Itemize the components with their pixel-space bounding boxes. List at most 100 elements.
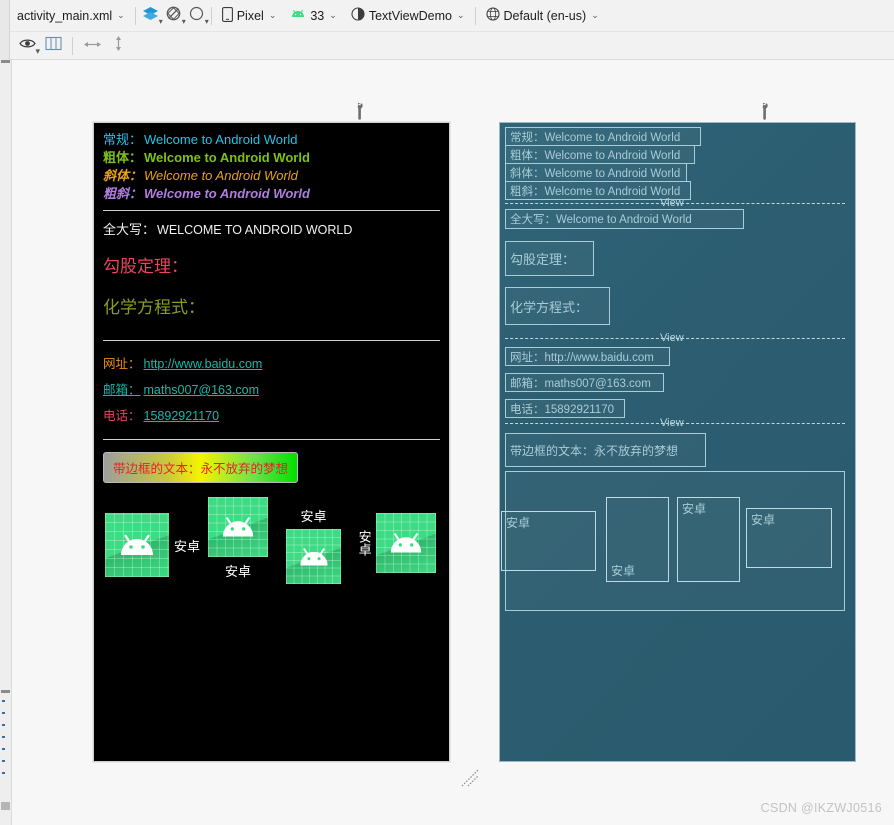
drawable-label: 安卓 xyxy=(356,530,372,556)
blueprint-box[interactable]: 带边框的文本：永不放弃的梦想 xyxy=(505,433,706,467)
visibility-eye-icon xyxy=(18,37,36,55)
blueprint-image-box[interactable]: 安卓 xyxy=(501,511,596,571)
link-row-url[interactable]: 网址： http://www.baidu.com xyxy=(103,351,440,377)
blueprint-divider-label: View xyxy=(660,417,684,429)
locale-selector[interactable]: Default (en-us) ⌄ xyxy=(479,4,606,28)
link-value[interactable]: http://www.baidu.com xyxy=(144,351,263,377)
chemical-equation-text: 化学方程式： xyxy=(103,298,205,317)
design-preview[interactable]: 常规： Welcome to Android World 粗体： Welcome… xyxy=(93,122,450,762)
device-selector[interactable]: Pixel ⌄ xyxy=(215,4,284,28)
file-selector[interactable]: activity_main.xml ⌄ xyxy=(10,4,132,28)
toolbar-left-gutter xyxy=(0,0,10,32)
resize-vertical-button[interactable] xyxy=(105,35,131,57)
link-label: 网址： xyxy=(103,357,141,371)
view-options-toolbar: ▾ xyxy=(0,31,894,60)
blueprint-button[interactable]: ▾ xyxy=(162,4,186,28)
resize-vertical-icon xyxy=(113,35,124,57)
styled-row-italic: 斜体： Welcome to Android World xyxy=(103,167,440,185)
locale-label: Default (en-us) xyxy=(503,8,587,23)
toolbar-divider xyxy=(210,6,212,25)
editor-left-gutter[interactable] xyxy=(0,60,12,825)
blueprint-box[interactable]: 电话：15892921170 xyxy=(505,399,625,418)
drawable-label: 安卓 xyxy=(174,538,201,554)
uppercase-row: 全大写： WELCOME TO ANDROID WORLD xyxy=(103,219,440,238)
link-label: 邮箱： xyxy=(103,383,141,397)
drawable-label: 安卓 xyxy=(300,509,327,524)
bordered-text-box: 带边框的文本：永不放弃的梦想 xyxy=(103,452,299,483)
blueprint-box[interactable]: 网址：http://www.baidu.com xyxy=(505,347,670,366)
layout-columns-button[interactable] xyxy=(40,35,66,57)
blueprint-box[interactable]: 化学方程式： xyxy=(505,287,610,325)
styled-row-label: 斜体： xyxy=(103,168,143,183)
chevron-down-icon: ⌄ xyxy=(591,10,599,20)
blueprint-preview[interactable]: 常规：Welcome to Android World 粗体：Welcome t… xyxy=(499,122,856,762)
theme-contrast-button[interactable]: ▾ xyxy=(185,4,209,28)
blueprint-image-box[interactable]: 安卓 xyxy=(677,497,740,582)
styled-row-label: 粗体： xyxy=(103,150,143,165)
chevron-down-icon: ⌄ xyxy=(268,10,277,20)
blueprint-box[interactable]: 邮箱：maths007@163.com xyxy=(505,373,664,392)
blueprint-image-label: 安卓 xyxy=(611,564,636,578)
drawable-item-left: 安卓 xyxy=(357,513,436,573)
styled-row-label: 粗斜： xyxy=(103,186,143,201)
design-config-wrench-icon[interactable] xyxy=(353,102,367,120)
toolbar-divider xyxy=(474,6,476,25)
drawable-row: 安卓 安卓 安卓 安卓 xyxy=(103,491,443,601)
layout-columns-icon xyxy=(44,36,62,56)
main-toolbar: activity_main.xml ⌄ ▾ ▾ ▾ Pixel ⌄ 33 ⌄ T… xyxy=(0,0,894,32)
chevron-down-icon: ⌄ xyxy=(117,10,125,20)
link-value[interactable]: maths007@163.com xyxy=(144,377,260,403)
android-logo-icon xyxy=(286,529,341,584)
globe-icon xyxy=(485,7,500,24)
android-logo-icon xyxy=(208,497,268,557)
design-surface-button[interactable]: ▾ xyxy=(139,4,163,28)
styled-row-text: Welcome to Android World xyxy=(144,186,310,201)
blueprint-config-wrench-icon[interactable] xyxy=(758,102,772,120)
watermark: CSDN @IKZWJ0516 xyxy=(760,801,882,815)
uppercase-text: WELCOME TO ANDROID WORLD xyxy=(157,223,353,237)
theme-selector[interactable]: TextViewDemo ⌄ xyxy=(344,4,472,28)
android-logo-icon xyxy=(105,513,169,577)
drawable-item-top: 安卓 xyxy=(286,506,341,584)
blueprint-box[interactable]: 粗体：Welcome to Android World xyxy=(505,145,695,164)
blueprint-box[interactable]: 斜体：Welcome to Android World xyxy=(505,163,687,182)
styled-row-text: Welcome to Android World xyxy=(144,168,298,183)
divider xyxy=(103,210,440,211)
blueprint-divider-label: View xyxy=(660,197,684,209)
device-label: Pixel xyxy=(236,8,264,23)
toolbar-divider xyxy=(134,6,136,25)
preview-canvas[interactable]: 常规： Welcome to Android World 粗体： Welcome… xyxy=(12,60,894,825)
drawable-label: 安卓 xyxy=(224,564,251,579)
resize-handle[interactable] xyxy=(460,768,480,788)
blueprint-box[interactable]: 全大写：Welcome to Android World xyxy=(505,209,744,229)
styled-row-bold: 粗体： Welcome to Android World xyxy=(103,149,440,167)
pythagorean-theorem-text: 勾股定理： xyxy=(103,257,188,276)
toolbar2-left-gutter xyxy=(0,31,10,60)
divider xyxy=(103,439,440,440)
visibility-button[interactable]: ▾ xyxy=(14,35,40,57)
resize-horizontal-button[interactable] xyxy=(79,35,105,57)
uppercase-label: 全大写： xyxy=(103,222,156,237)
styled-row-text: Welcome to Android World xyxy=(144,150,310,165)
blueprint-image-box[interactable]: 安卓 xyxy=(606,497,669,582)
blueprint-divider-label: View xyxy=(660,332,684,344)
api-level-label: 33 xyxy=(310,8,325,23)
design-surface-icon xyxy=(142,5,159,27)
link-row-email[interactable]: 邮箱： maths007@163.com xyxy=(103,377,440,403)
android-robot-icon xyxy=(290,9,306,23)
styled-row-label: 常规： xyxy=(103,132,143,147)
blueprint-image-box[interactable]: 安卓 xyxy=(746,508,832,568)
divider xyxy=(103,340,440,341)
chevron-down-icon: ▾ xyxy=(204,16,209,26)
blueprint-box[interactable]: 勾股定理： xyxy=(505,241,594,276)
theme-label: TextViewDemo xyxy=(368,8,452,23)
chevron-down-icon: ⌄ xyxy=(329,10,337,20)
drawable-item-bottom: 安卓 xyxy=(208,497,268,580)
blueprint-box[interactable]: 常规：Welcome to Android World xyxy=(505,127,701,146)
link-row-phone[interactable]: 电话： 15892921170 xyxy=(103,403,440,429)
link-value[interactable]: 15892921170 xyxy=(144,403,220,429)
api-level-selector[interactable]: 33 ⌄ xyxy=(283,4,343,28)
phone-icon xyxy=(221,6,233,25)
android-logo-icon xyxy=(375,513,436,573)
chevron-down-icon: ⌄ xyxy=(456,10,465,20)
